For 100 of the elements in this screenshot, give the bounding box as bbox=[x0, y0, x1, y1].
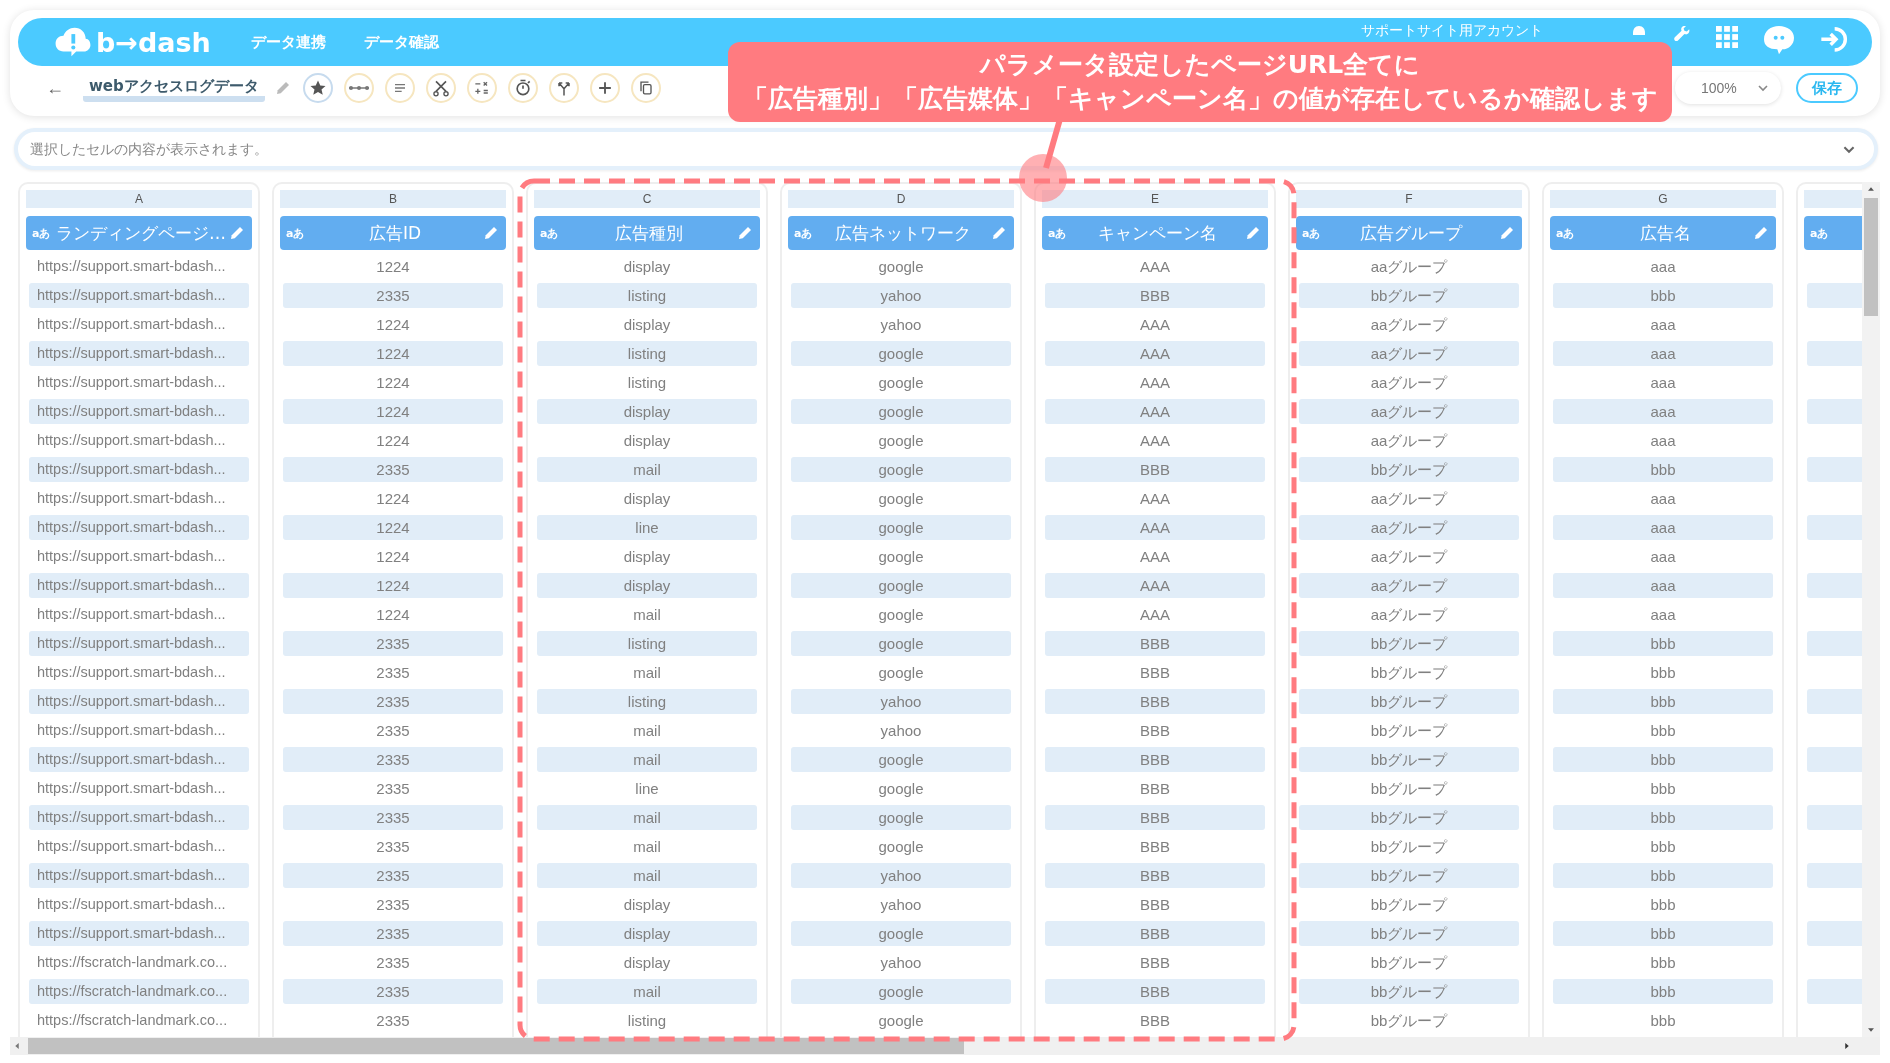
tool-button[interactable] bbox=[302, 73, 333, 103]
table-cell-text: https://support.smart-bdash... bbox=[36, 431, 227, 450]
table-cell: line bbox=[537, 515, 757, 540]
table-cell: bbグループ bbox=[1299, 979, 1519, 1004]
table-cell-text: BBB bbox=[1139, 779, 1171, 799]
column-letter[interactable]: E bbox=[1042, 190, 1268, 208]
table-cell-text: https://fscratch-landmark.co... bbox=[36, 953, 229, 972]
type-label: aあ bbox=[286, 225, 306, 241]
table-cell: bbb bbox=[1553, 805, 1773, 830]
column-header[interactable]: aあ キャンペーン名 bbox=[1042, 216, 1268, 250]
logout-icon[interactable] bbox=[1820, 26, 1848, 54]
table-cell-text: aaa bbox=[1649, 373, 1677, 393]
table-cell-text: aaグループ bbox=[1369, 431, 1449, 451]
scissors-icon bbox=[430, 78, 451, 98]
table-cell-text: google bbox=[877, 431, 925, 451]
column-letter[interactable]: F bbox=[1296, 190, 1522, 208]
column-header[interactable]: aあ ランディングページ… bbox=[26, 216, 252, 250]
nav-link[interactable]: データ連携 bbox=[250, 32, 326, 52]
table-cell: 1224 bbox=[283, 573, 503, 598]
table-cell: google bbox=[791, 979, 1011, 1004]
table-cell: mail bbox=[537, 979, 757, 1004]
table-cell: https://support.smart-bdash... bbox=[29, 399, 249, 424]
column-header[interactable]: aあ 広告種別 bbox=[534, 216, 760, 250]
table-cell-text: bbb bbox=[1649, 1011, 1677, 1031]
tool-button[interactable] bbox=[507, 73, 538, 103]
table-cell: BBB bbox=[1045, 863, 1265, 888]
pencil-icon[interactable] bbox=[228, 224, 246, 242]
table-cell-text: aaグループ bbox=[1369, 605, 1449, 625]
table-cell-text: 1224 bbox=[375, 315, 411, 335]
scroll-thumb[interactable] bbox=[1864, 198, 1878, 316]
table-cell-text: bbb bbox=[1649, 953, 1677, 973]
table-cell-text: https://support.smart-bdash... bbox=[36, 837, 227, 856]
table-cell-text: aaグループ bbox=[1369, 373, 1449, 393]
apps-grid-icon[interactable] bbox=[1716, 26, 1738, 48]
pencil-icon[interactable] bbox=[1498, 224, 1516, 242]
table-cell-text: aaa bbox=[1649, 605, 1677, 625]
column-letter[interactable]: A bbox=[26, 190, 252, 208]
column-name: 広告グループ bbox=[1359, 221, 1464, 245]
back-button[interactable]: ← bbox=[46, 77, 74, 99]
save-button[interactable]: 保存 bbox=[1796, 73, 1858, 103]
table-cell: google bbox=[791, 515, 1011, 540]
pencil-icon[interactable] bbox=[736, 224, 754, 242]
table-cell-text: yahoo bbox=[879, 895, 923, 915]
table-cell: aaa bbox=[1553, 341, 1773, 366]
table-cell: 2335 bbox=[283, 863, 503, 888]
tool-button[interactable] bbox=[548, 73, 579, 103]
table-cell-text: aaグループ bbox=[1369, 315, 1449, 335]
table-cell-text: google bbox=[877, 257, 925, 277]
table-cell-text: display bbox=[622, 315, 672, 335]
table-cell-text: https://support.smart-bdash... bbox=[36, 605, 227, 624]
tool-button[interactable] bbox=[343, 73, 374, 103]
wrench-icon[interactable] bbox=[1674, 26, 1690, 42]
table-cell-text: BBB bbox=[1139, 663, 1171, 683]
column-header[interactable]: aあ 広告名 bbox=[1550, 216, 1776, 250]
pencil-icon[interactable] bbox=[482, 224, 500, 242]
type-label: aあ bbox=[32, 225, 52, 241]
tool-button[interactable] bbox=[589, 73, 620, 103]
dots-icon bbox=[348, 85, 369, 91]
table-cell-text: bbb bbox=[1649, 663, 1677, 683]
table-cell-text: aaグループ bbox=[1369, 547, 1449, 567]
tool-button[interactable] bbox=[630, 73, 661, 103]
table-cell: bbb bbox=[1553, 747, 1773, 772]
column-header[interactable]: aあ 広告ID bbox=[280, 216, 506, 250]
column-header[interactable]: aあ 広告グループ bbox=[1296, 216, 1522, 250]
column-letter[interactable]: B bbox=[280, 190, 506, 208]
table-cell-text: google bbox=[877, 605, 925, 625]
table-cell: BBB bbox=[1045, 747, 1265, 772]
column-letter[interactable]: D bbox=[788, 190, 1014, 208]
pencil-icon[interactable] bbox=[1244, 224, 1262, 242]
column-letter[interactable]: G bbox=[1550, 190, 1776, 208]
bell-icon[interactable] bbox=[1630, 26, 1648, 36]
table-cell-text: bbグループ bbox=[1369, 895, 1449, 915]
table-cell-text: display bbox=[622, 489, 672, 509]
table-cell-text: 2335 bbox=[375, 895, 411, 915]
table-cell-text: aaa bbox=[1649, 547, 1677, 567]
type-label: aあ bbox=[1556, 225, 1576, 241]
table-cell-text: aaa bbox=[1649, 315, 1677, 335]
scroll-thumb[interactable] bbox=[28, 1038, 964, 1054]
column-header[interactable]: aあ bbox=[1804, 216, 1862, 250]
dataset-title[interactable]: webアクセスログデータ bbox=[83, 74, 265, 102]
table-cell-text: google bbox=[877, 547, 925, 567]
logo-text: b→dash bbox=[96, 26, 211, 58]
table-cell: aaグループ bbox=[1299, 399, 1519, 424]
tool-button[interactable] bbox=[425, 73, 456, 103]
pencil-icon[interactable] bbox=[990, 224, 1008, 242]
zoom-select[interactable]: 100% bbox=[1675, 72, 1781, 104]
vertical-scrollbar[interactable] bbox=[1862, 182, 1880, 1037]
table-cell-text: google bbox=[877, 373, 925, 393]
cell-content-field[interactable]: 選択したセルの内容が表示されます。 bbox=[14, 128, 1878, 170]
table-cell: google bbox=[791, 573, 1011, 598]
tool-button[interactable] bbox=[466, 73, 497, 103]
chat-bubble-icon[interactable] bbox=[1764, 26, 1794, 56]
pencil-icon[interactable] bbox=[1752, 224, 1770, 242]
table-cell-text: 2335 bbox=[375, 1011, 411, 1031]
table-cell-text: mail bbox=[632, 605, 662, 625]
nav-link[interactable]: データ確認 bbox=[363, 32, 439, 52]
table-cell: AAA bbox=[1045, 515, 1265, 540]
column-header[interactable]: aあ 広告ネットワーク bbox=[788, 216, 1014, 250]
column-letter[interactable]: C bbox=[534, 190, 760, 208]
table-cell-text: yahoo bbox=[879, 315, 923, 335]
